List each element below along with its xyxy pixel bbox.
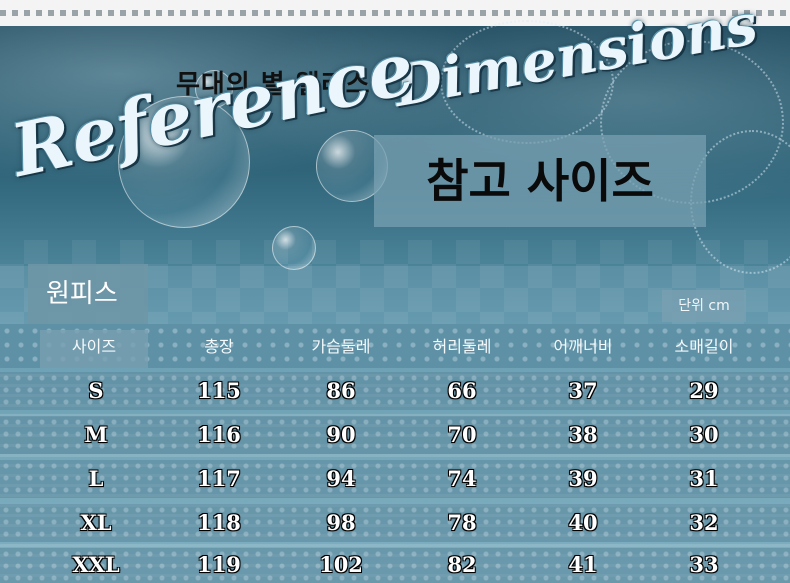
col-header-waist: 허리둘레 bbox=[432, 337, 492, 356]
cell-waist: 82 bbox=[447, 552, 477, 577]
cell-chest: 98 bbox=[326, 510, 356, 535]
cell-size: L bbox=[88, 466, 104, 491]
cell-waist: 66 bbox=[447, 378, 477, 403]
cell-sleeve: 32 bbox=[689, 510, 719, 535]
cell-shoulder: 37 bbox=[568, 378, 598, 403]
cell-waist: 70 bbox=[447, 422, 477, 447]
cell-waist: 74 bbox=[447, 466, 477, 491]
cell-chest: 90 bbox=[326, 422, 356, 447]
cell-shoulder: 40 bbox=[568, 510, 598, 535]
category-label: 원피스 bbox=[46, 279, 118, 309]
cell-size: XXL bbox=[72, 552, 120, 577]
title-box: 참고 사이즈 bbox=[374, 135, 706, 227]
col-header-shoulder: 어깨너비 bbox=[553, 337, 613, 356]
page-title: 참고 사이즈 bbox=[426, 154, 654, 208]
col-header-chest: 가슴둘레 bbox=[311, 337, 371, 356]
cell-sleeve: 30 bbox=[689, 422, 719, 447]
cell-shoulder: 39 bbox=[568, 466, 598, 491]
cell-shoulder: 41 bbox=[568, 552, 598, 577]
cell-length: 116 bbox=[197, 422, 241, 447]
cell-sleeve: 33 bbox=[689, 552, 719, 577]
cell-shoulder: 38 bbox=[568, 422, 598, 447]
cell-length: 117 bbox=[197, 466, 241, 491]
cell-chest: 102 bbox=[319, 552, 363, 577]
cell-sleeve: 31 bbox=[689, 466, 719, 491]
cell-size: XL bbox=[80, 510, 112, 535]
unit-label: 단위 cm bbox=[678, 298, 730, 314]
cell-length: 115 bbox=[197, 378, 241, 403]
col-header-length: 총장 bbox=[204, 337, 234, 356]
category-box: 원피스 bbox=[28, 264, 148, 324]
cell-sleeve: 29 bbox=[689, 378, 719, 403]
col-header-sleeve: 소매길이 bbox=[674, 337, 734, 356]
cell-length: 119 bbox=[197, 552, 241, 577]
cell-waist: 78 bbox=[447, 510, 477, 535]
size-chart-page: 무대의 별 앨리스 Dimensions Reference 참고 사이즈 원피… bbox=[0, 0, 790, 583]
cell-chest: 94 bbox=[326, 466, 356, 491]
cell-length: 118 bbox=[197, 510, 241, 535]
cell-size: M bbox=[84, 422, 108, 447]
col-header-size: 사이즈 bbox=[71, 337, 117, 356]
cell-size: S bbox=[88, 378, 104, 403]
cell-chest: 86 bbox=[326, 378, 356, 403]
unit-box: 단위 cm bbox=[662, 290, 746, 322]
